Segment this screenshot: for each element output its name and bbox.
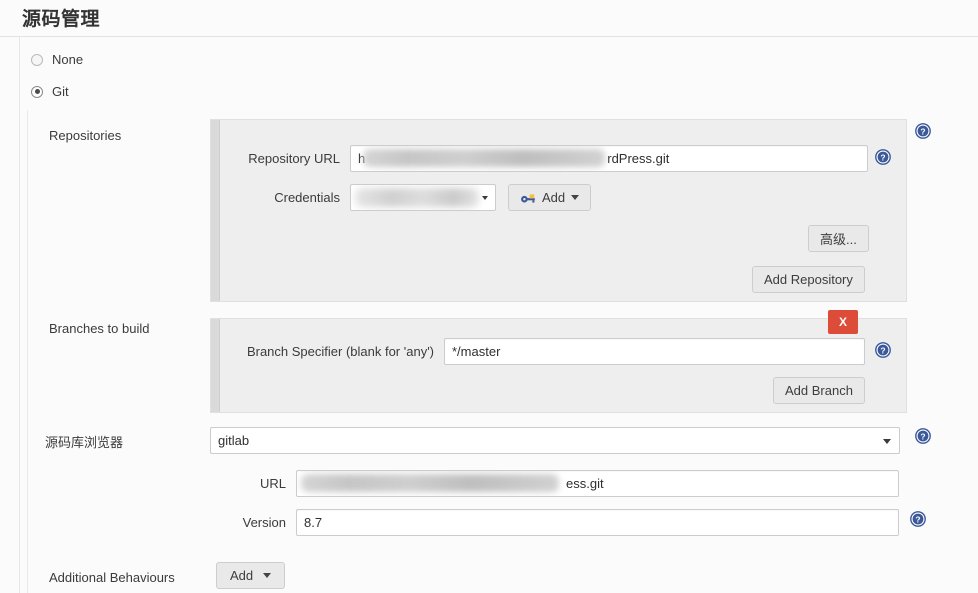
scm-option-none-label: None <box>52 52 84 67</box>
browser-version-row: Version 8.7 <box>236 509 899 536</box>
add-branch-label: Add Branch <box>785 383 853 398</box>
browser-url-label: URL <box>259 476 286 491</box>
key-icon <box>521 193 535 203</box>
svg-text:?: ? <box>920 432 925 442</box>
repository-browser-select[interactable]: gitlab <box>210 427 900 454</box>
svg-text:?: ? <box>915 515 920 525</box>
add-behaviour-label: Add <box>230 568 254 583</box>
browser-url-input[interactable]: ess.git <box>296 470 899 497</box>
svg-text:?: ? <box>920 127 925 137</box>
add-credentials-label: Add <box>542 190 566 205</box>
branch-specifier-label: Branch Specifier (blank for 'any') <box>246 344 434 359</box>
svg-text:?: ? <box>880 153 885 163</box>
repository-url-redaction <box>363 149 605 167</box>
repository-url-label: Repository URL <box>248 151 340 166</box>
branches-label: Branches to build <box>49 321 150 336</box>
branch-specifier-row: Branch Specifier (blank for 'any') */mas… <box>244 338 865 365</box>
credentials-label: Credentials <box>274 190 340 205</box>
repository-block-drag-handle[interactable] <box>211 120 220 301</box>
add-repository-button[interactable]: Add Repository <box>752 266 865 293</box>
advanced-button-label: 高级... <box>820 232 857 247</box>
svg-text:?: ? <box>880 346 885 356</box>
chevron-down-icon <box>482 195 488 200</box>
browser-version-value: 8.7 <box>304 515 323 530</box>
radio-git[interactable] <box>31 85 43 98</box>
additional-behaviours-label: Additional Behaviours <box>49 570 175 585</box>
branch-specifier-input[interactable]: */master <box>444 338 865 365</box>
chevron-down-icon <box>571 195 580 200</box>
advanced-button[interactable]: 高级... <box>808 225 869 252</box>
repository-browser-value: gitlab <box>218 433 250 448</box>
browser-url-value-suffix: ess.git <box>566 476 604 491</box>
credentials-row: Credentials Add <box>244 184 592 211</box>
repository-url-row: Repository URL h rdPress.git <box>244 145 868 172</box>
repository-url-value-suffix: rdPress.git <box>607 151 670 166</box>
repository-url-help-icon[interactable]: ? <box>875 149 891 165</box>
branch-specifier-value: */master <box>452 344 501 359</box>
title-divider <box>0 36 978 37</box>
repository-url-input[interactable]: h rdPress.git <box>350 145 868 172</box>
browser-url-redaction <box>301 474 559 492</box>
repository-browser-help-icon[interactable]: ? <box>915 428 931 444</box>
add-branch-button[interactable]: Add Branch <box>773 377 865 404</box>
branch-specifier-help-icon[interactable]: ? <box>875 342 891 358</box>
page-title: 源码管理 <box>22 9 101 30</box>
scm-option-none[interactable]: None <box>31 52 83 67</box>
chevron-down-icon <box>263 573 272 578</box>
branch-block-drag-handle[interactable] <box>211 319 220 412</box>
browser-version-label: Version <box>242 515 286 530</box>
chevron-down-icon <box>883 438 891 444</box>
browser-url-row: URL ess.git <box>236 470 899 497</box>
browser-version-help-icon[interactable]: ? <box>910 511 926 527</box>
browser-version-input[interactable]: 8.7 <box>296 509 899 536</box>
add-credentials-button[interactable]: Add <box>508 184 592 211</box>
repository-browser-label: 源码库浏览器 <box>45 435 124 450</box>
radio-none[interactable] <box>31 53 43 66</box>
delete-branch-button[interactable]: X <box>828 310 858 334</box>
scm-option-git[interactable]: Git <box>31 84 69 99</box>
form-left-rail <box>19 37 20 593</box>
repositories-label: Repositories <box>49 128 122 143</box>
scm-option-git-label: Git <box>52 84 69 99</box>
delete-branch-label: X <box>838 315 847 329</box>
form-inner-rail <box>27 110 28 593</box>
scm-config-page: 源码管理 None Git Repositories Repository UR… <box>0 0 978 593</box>
add-repository-label: Add Repository <box>764 272 853 287</box>
credentials-select[interactable] <box>350 184 496 211</box>
repositories-help-icon[interactable]: ? <box>915 123 931 139</box>
credentials-redaction <box>355 188 479 207</box>
add-behaviour-button[interactable]: Add <box>216 562 286 589</box>
